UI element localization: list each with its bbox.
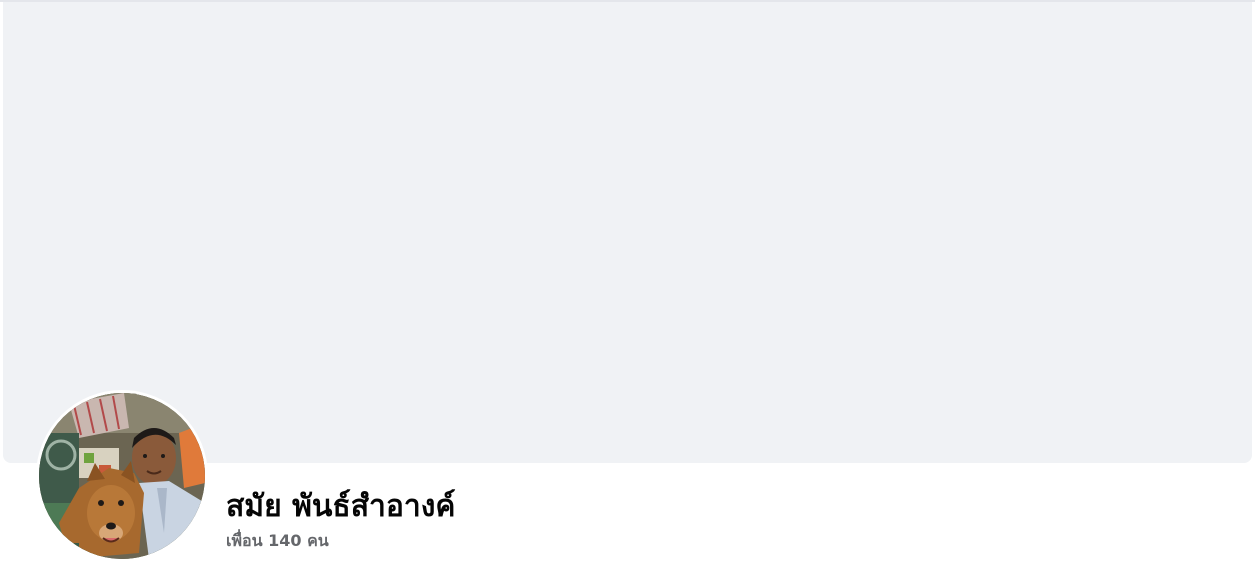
profile-name: สมัย พันธ์สำอางค์: [226, 489, 456, 524]
profile-page: สมัย พันธ์สำอางค์ เพื่อน 140 คน: [0, 0, 1255, 581]
profile-photo-icon: [39, 393, 205, 559]
profile-picture-frame[interactable]: [36, 390, 208, 562]
friends-count-link[interactable]: เพื่อน 140 คน: [226, 530, 329, 552]
profile-picture[interactable]: [39, 393, 205, 559]
cover-photo-area[interactable]: [3, 2, 1252, 463]
